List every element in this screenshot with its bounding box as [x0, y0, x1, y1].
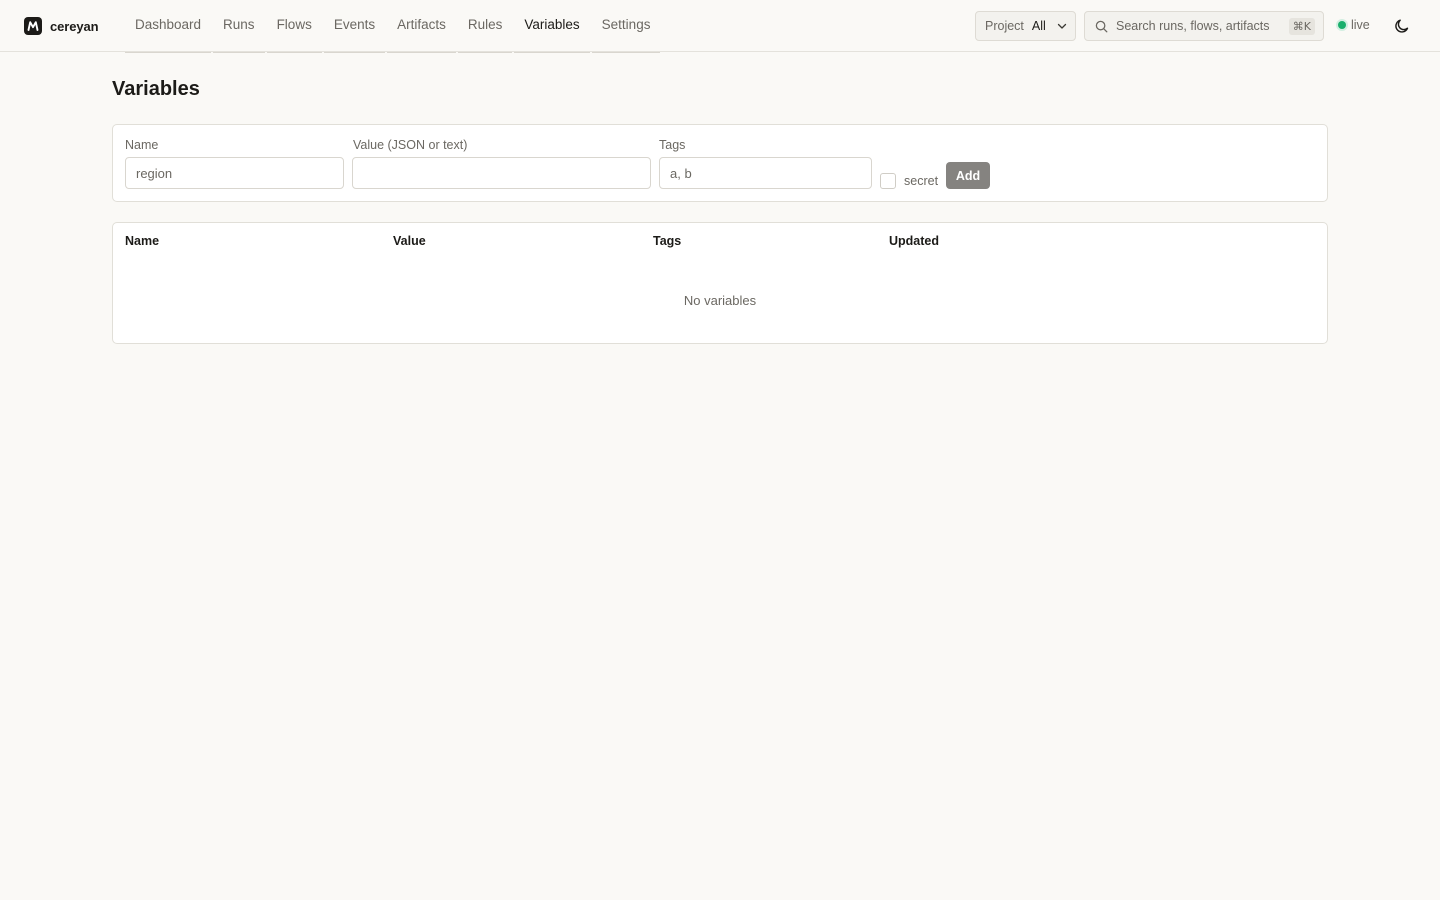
nav-item-settings[interactable]: Settings	[591, 0, 662, 53]
search-box[interactable]: ⌘K	[1084, 11, 1324, 41]
value-field[interactable]	[352, 157, 651, 189]
variables-table: Name Value Tags Updated No variables	[112, 222, 1328, 344]
chevron-down-icon	[1056, 20, 1068, 32]
value-field-label: Value (JSON or text)	[353, 138, 468, 152]
project-select-value: All	[1031, 19, 1046, 33]
nav-item-flows[interactable]: Flows	[266, 0, 323, 53]
name-field-label: Name	[125, 138, 159, 152]
secret-checkbox[interactable]	[880, 173, 896, 189]
column-header-tags[interactable]: Tags	[653, 234, 681, 248]
search-input[interactable]	[1116, 19, 1286, 33]
new-variable-form: Name Value (JSON or text) Tags secret Ad…	[112, 124, 1328, 202]
nav-item-events[interactable]: Events	[323, 0, 386, 53]
tags-field-label: Tags	[659, 138, 686, 152]
column-header-value[interactable]: Value	[393, 234, 426, 248]
tags-field[interactable]	[659, 157, 872, 189]
nav-item-dashboard[interactable]: Dashboard	[124, 0, 212, 53]
live-status-text: live	[1351, 18, 1370, 32]
name-field[interactable]	[125, 157, 344, 189]
live-status-dot-icon	[1338, 21, 1346, 29]
project-select[interactable]: Project All	[975, 11, 1076, 41]
add-variable-button[interactable]: Add	[946, 162, 990, 189]
column-header-updated[interactable]: Updated	[889, 234, 939, 248]
top-bar: cereyan Dashboard Runs Flows Events Arti…	[0, 0, 1440, 53]
live-status: live	[1338, 18, 1370, 32]
search-shortcut-badge: ⌘K	[1288, 18, 1315, 35]
brand-logo-icon	[24, 17, 42, 35]
nav-item-variables[interactable]: Variables	[513, 0, 590, 53]
column-header-name[interactable]: Name	[125, 234, 159, 248]
main-nav: Dashboard Runs Flows Events Artifacts Ru…	[124, 0, 662, 53]
page-title: Variables	[112, 78, 200, 100]
project-select-label: Project	[985, 19, 1024, 33]
secret-checkbox-label: secret	[904, 174, 939, 188]
search-icon	[1095, 20, 1108, 33]
nav-item-runs[interactable]: Runs	[212, 0, 266, 53]
nav-item-artifacts[interactable]: Artifacts	[386, 0, 457, 53]
nav-item-rules[interactable]: Rules	[457, 0, 514, 53]
brand[interactable]: cereyan	[24, 16, 99, 36]
moon-icon[interactable]	[1393, 17, 1411, 35]
brand-name: cereyan	[50, 18, 99, 34]
empty-state-message: No variables	[683, 293, 757, 308]
